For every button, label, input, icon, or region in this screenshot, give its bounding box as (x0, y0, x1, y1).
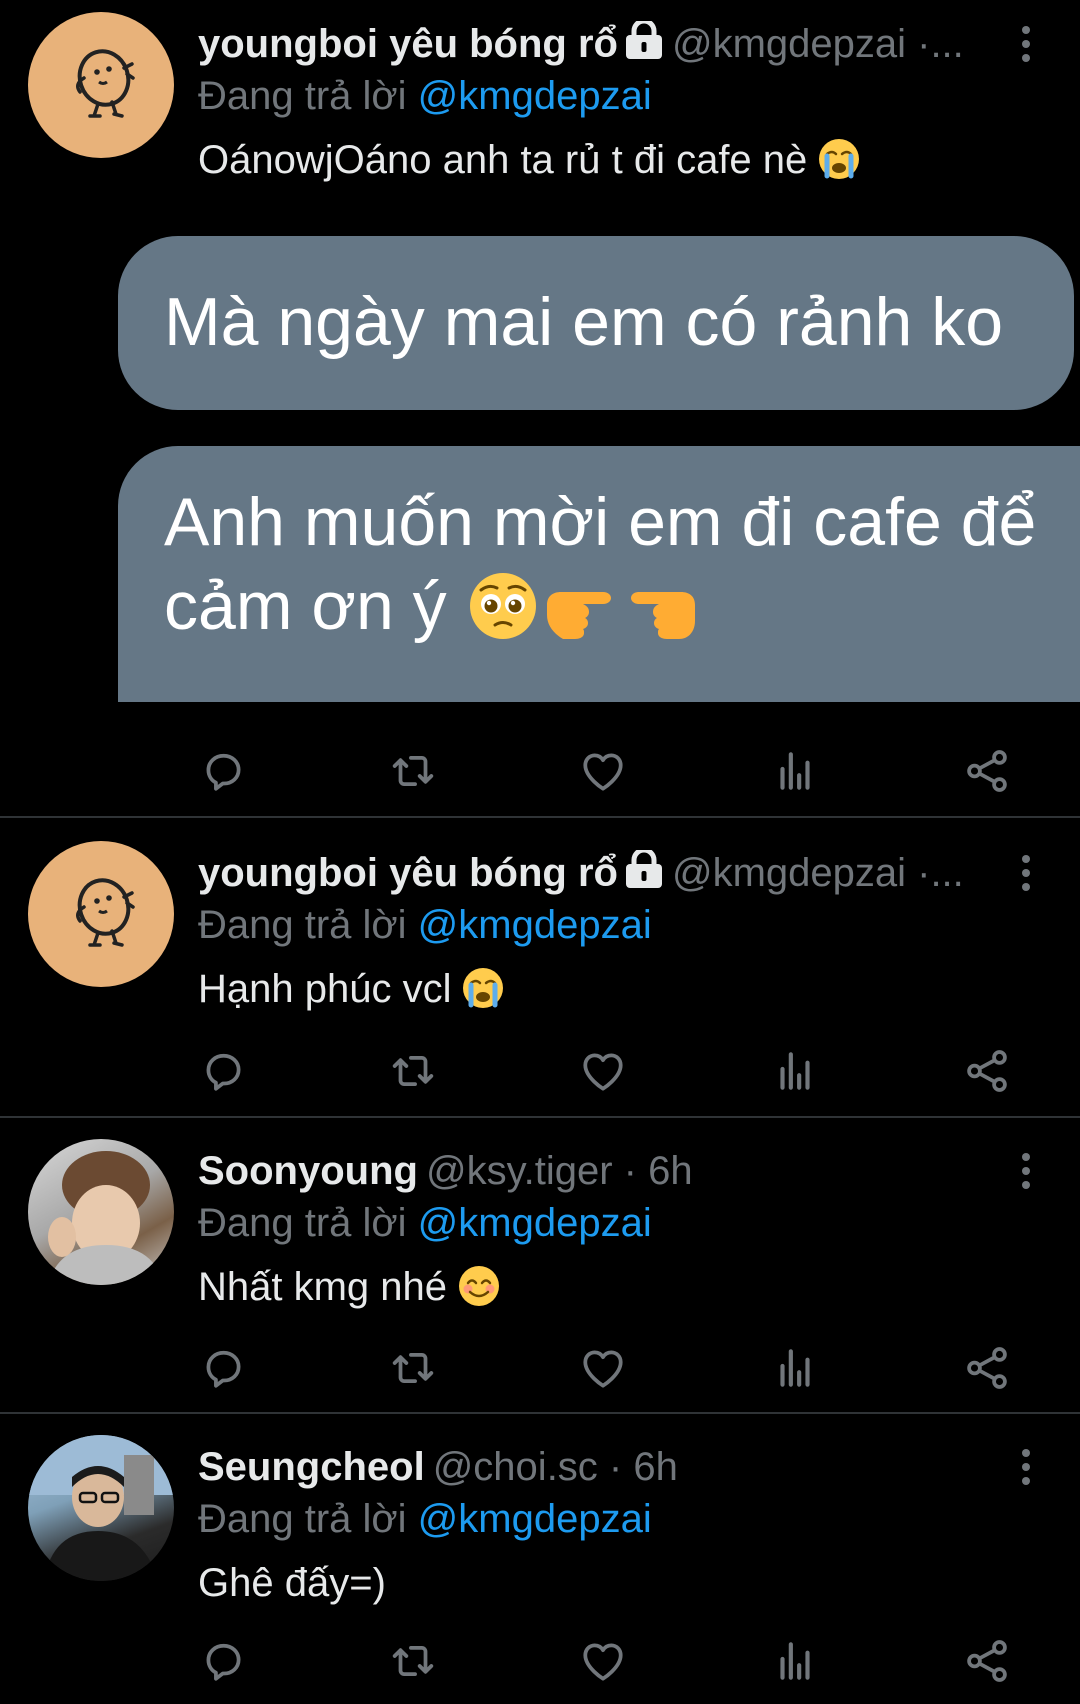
replying-prefix: Đang trả lời (198, 903, 407, 947)
share-icon[interactable] (962, 746, 1012, 796)
chat-bubble-text-line: cảm ơn ý (164, 564, 1080, 648)
mention-link[interactable]: @kmgdepzai (418, 74, 652, 118)
loudly-crying-face-icon (461, 966, 505, 1010)
tweet-text-body: Nhất kmg nhé (198, 1265, 448, 1309)
tweet-text: Hạnh phúc vcl (198, 961, 505, 1017)
mention-link[interactable]: @kmgdepzai (418, 1201, 652, 1245)
potato-avatar-icon (28, 12, 174, 158)
chat-bubble: Anh muốn mời em đi cafe để cảm ơn ý (118, 446, 1080, 702)
tweet[interactable]: Soonyoung @ksy.tiger · 6h Đang trả lời @k… (0, 1127, 1080, 1413)
replying-to: Đang trả lời @kmgdepzai (198, 1493, 652, 1545)
action-bar (198, 1636, 1028, 1686)
potato-avatar-icon (28, 841, 174, 987)
views-icon[interactable] (770, 1046, 820, 1096)
share-icon[interactable] (962, 1046, 1012, 1096)
display-name[interactable]: youngboi yêu bóng rổ (198, 851, 618, 895)
replying-prefix: Đang trả lời (198, 1497, 407, 1541)
divider (0, 816, 1080, 818)
tweet-header: Seungcheol @choi.sc · 6h (198, 1441, 1008, 1493)
replying-prefix: Đang trả lời (198, 74, 407, 118)
replying-prefix: Đang trả lời (198, 1201, 407, 1245)
share-icon[interactable] (962, 1343, 1012, 1393)
tweet[interactable]: youngboi yêu bóng rổ @kmgdepzai ·... Đang… (0, 0, 1080, 818)
handle: @ksy.tiger · 6h (425, 1149, 693, 1193)
more-options-icon[interactable] (1020, 1447, 1032, 1487)
divider (0, 1412, 1080, 1414)
avatar[interactable] (28, 1139, 174, 1285)
views-icon[interactable] (770, 1636, 820, 1686)
action-bar (198, 1343, 1028, 1393)
tweet-header: youngboi yêu bóng rổ @kmgdepzai ·... (198, 847, 1008, 899)
share-icon[interactable] (962, 1636, 1012, 1686)
divider (0, 1116, 1080, 1118)
tweet-text-body: OánowjOáno anh ta rủ t đi cafe nè (198, 138, 808, 182)
chat-bubble-text: Mà ngày mai em có rảnh ko (164, 284, 1004, 360)
action-bar (198, 1046, 1028, 1096)
handle: @kmgdepzai ·... (671, 851, 964, 895)
more-options-icon[interactable] (1020, 1151, 1032, 1191)
retweet-icon[interactable] (388, 746, 438, 796)
tweet[interactable]: youngboi yêu bóng rổ @kmgdepzai ·... Đang… (0, 829, 1080, 1117)
loudly-crying-face-icon (817, 137, 861, 181)
tweet-text: Ghê đấy=) (198, 1555, 386, 1611)
more-options-icon[interactable] (1020, 24, 1032, 64)
lock-icon (624, 21, 664, 61)
chat-bubble-text: Anh muốn mời em đi cafe để (164, 484, 1037, 560)
point-left-icon (621, 571, 701, 641)
tweet[interactable]: Seungcheol @choi.sc · 6h Đang trả lời @km… (0, 1423, 1080, 1704)
like-icon[interactable] (578, 1343, 628, 1393)
like-icon[interactable] (578, 1636, 628, 1686)
display-name[interactable]: Soonyoung (198, 1149, 418, 1193)
handle: @choi.sc · 6h (432, 1445, 678, 1489)
avatar[interactable] (28, 841, 174, 987)
tweet-text-body: Hạnh phúc vcl (198, 967, 452, 1011)
like-icon[interactable] (578, 746, 628, 796)
reply-icon[interactable] (198, 1343, 248, 1393)
views-icon[interactable] (770, 746, 820, 796)
views-icon[interactable] (770, 1343, 820, 1393)
tweet-text: Nhất kmg nhé (198, 1259, 501, 1315)
tweet-text: OánowjOáno anh ta rủ t đi cafe nè (198, 132, 861, 188)
tweet-header: Soonyoung @ksy.tiger · 6h (198, 1145, 1008, 1197)
handle: @kmgdepzai ·... (671, 22, 964, 66)
avatar[interactable] (28, 12, 174, 158)
attached-image[interactable]: Mà ngày mai em có rảnh ko Anh muốn mời e… (118, 232, 1080, 702)
profile-photo-icon (48, 1151, 164, 1285)
retweet-icon[interactable] (388, 1343, 438, 1393)
display-name[interactable]: youngboi yêu bóng rổ (198, 22, 618, 66)
point-right-icon (541, 571, 621, 641)
retweet-icon[interactable] (388, 1046, 438, 1096)
replying-to: Đang trả lời @kmgdepzai (198, 70, 652, 122)
chat-bubble-text: cảm ơn ý (164, 568, 447, 644)
profile-photo-icon (28, 1435, 174, 1581)
display-name[interactable]: Seungcheol (198, 1445, 425, 1489)
tweet-text-body: Ghê đấy=) (198, 1561, 386, 1605)
chat-bubble: Mà ngày mai em có rảnh ko (118, 236, 1074, 410)
smiling-face-icon (457, 1264, 501, 1308)
avatar[interactable] (28, 1435, 174, 1581)
replying-to: Đang trả lời @kmgdepzai (198, 899, 652, 951)
mention-link[interactable]: @kmgdepzai (418, 903, 652, 947)
reply-icon[interactable] (198, 1046, 248, 1096)
replying-to: Đang trả lời @kmgdepzai (198, 1197, 652, 1249)
tweet-header: youngboi yêu bóng rổ @kmgdepzai ·... (198, 18, 1008, 70)
action-bar (198, 746, 1028, 796)
mention-link[interactable]: @kmgdepzai (418, 1497, 652, 1541)
pleading-face-icon (465, 571, 541, 641)
reply-icon[interactable] (198, 1636, 248, 1686)
more-options-icon[interactable] (1020, 853, 1032, 893)
retweet-icon[interactable] (388, 1636, 438, 1686)
like-icon[interactable] (578, 1046, 628, 1096)
reply-icon[interactable] (198, 746, 248, 796)
lock-icon (624, 850, 664, 890)
